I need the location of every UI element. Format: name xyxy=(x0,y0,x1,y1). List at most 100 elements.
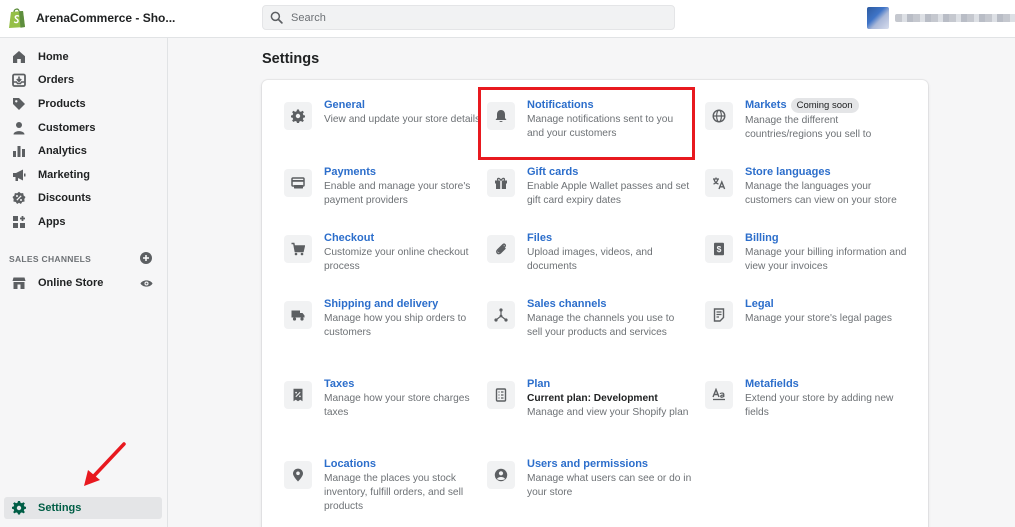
location-pin-icon xyxy=(293,468,303,482)
search-bar[interactable] xyxy=(262,5,675,30)
search-icon xyxy=(270,11,283,24)
setting-icon-tile xyxy=(284,461,312,489)
setting-icon-tile xyxy=(284,169,312,197)
apps-icon xyxy=(13,216,25,228)
setting-description: Manage your store's legal pages xyxy=(745,313,892,324)
setting-description: Manage what users can see or do in your … xyxy=(527,473,692,498)
setting-title: Markets xyxy=(745,99,787,111)
setting-title-row: Markets Coming soon xyxy=(745,98,910,113)
setting-description: Manage the places you stock inventory, f… xyxy=(324,473,464,512)
settings-card: General View and update your store detai… xyxy=(262,80,928,527)
sidebar-item-marketing[interactable]: Marketing xyxy=(4,164,162,186)
setting-icon-tile xyxy=(284,235,312,263)
setting-title: General xyxy=(324,99,365,111)
setting-title: Sales channels xyxy=(527,298,607,310)
setting-title: Gift cards xyxy=(527,166,579,178)
plan-document-icon xyxy=(495,388,507,402)
store-name: ArenaCommerce - Sho... xyxy=(36,11,176,25)
sidebar-item-customers[interactable]: Customers xyxy=(4,117,162,139)
avatar-icon xyxy=(867,7,889,29)
text-format-icon xyxy=(712,388,725,401)
setting-description: View and update your store details xyxy=(324,114,481,125)
setting-description: Customize your online checkout process xyxy=(324,247,469,272)
page-title: Settings xyxy=(262,51,320,67)
home-icon xyxy=(13,51,25,63)
account-name-redacted xyxy=(895,14,1015,22)
setting-description: Extend your store by adding new fields xyxy=(745,393,894,418)
discount-icon xyxy=(12,191,26,204)
payments-icon xyxy=(291,177,305,189)
setting-icon-tile xyxy=(705,301,733,329)
setting-description: Upload images, videos, and documents xyxy=(527,247,653,272)
setting-title: Checkout xyxy=(324,232,375,244)
globe-icon xyxy=(712,109,726,123)
gift-icon xyxy=(495,177,507,189)
setting-icon-tile xyxy=(705,102,733,130)
setting-description: Enable Apple Wallet passes and set gift … xyxy=(527,181,690,206)
translate-icon xyxy=(713,177,726,190)
sidebar-item-label: Home xyxy=(38,51,69,63)
add-channel-icon[interactable] xyxy=(140,252,152,264)
setting-title: Store languages xyxy=(745,166,831,178)
setting-icon-tile xyxy=(705,169,733,197)
sidebar-item-orders[interactable]: Orders xyxy=(4,69,162,91)
sidebar-item-home[interactable]: Home xyxy=(4,46,162,68)
billing-icon: $ xyxy=(714,242,724,256)
tax-receipt-icon xyxy=(293,388,303,402)
sidebar-item-label: Online Store xyxy=(38,277,104,289)
channels-icon xyxy=(494,308,508,322)
svg-text:$: $ xyxy=(717,244,722,254)
sidebar-item-label: Settings xyxy=(38,502,82,514)
top-bar: ArenaCommerce - Sho... xyxy=(0,0,1015,38)
setting-title: Billing xyxy=(745,232,779,244)
setting-description: Manage and view your Shopify plan xyxy=(527,407,689,418)
sidebar-item-products[interactable]: Products xyxy=(4,93,162,115)
bar-chart-icon xyxy=(13,146,25,157)
setting-icon-tile xyxy=(487,301,515,329)
setting-icon-tile xyxy=(487,102,515,130)
setting-title: Shipping and delivery xyxy=(324,298,439,310)
orders-icon xyxy=(12,73,26,87)
setting-description: Manage the languages your customers can … xyxy=(745,181,897,206)
setting-icon-tile xyxy=(487,381,515,409)
search-input[interactable] xyxy=(291,11,651,24)
bell-icon xyxy=(495,110,507,122)
setting-icon-tile xyxy=(487,169,515,197)
setting-title: Notifications xyxy=(527,99,594,111)
sidebar: Home Orders Products Customers Analytics… xyxy=(0,38,168,527)
setting-description: Manage notifications sent to you and you… xyxy=(527,114,674,139)
setting-title: Users and permissions xyxy=(527,458,649,470)
sidebar-item-online-store[interactable]: Online Store xyxy=(4,272,162,294)
setting-title: Payments xyxy=(324,166,376,178)
setting-description: Manage your billing information and view… xyxy=(745,247,907,272)
store-switcher[interactable]: ArenaCommerce - Sho... xyxy=(8,7,175,29)
cart-icon xyxy=(291,242,305,256)
setting-title: Legal xyxy=(745,298,774,310)
setting-description: Manage the channels you use to sell your… xyxy=(527,313,675,338)
setting-description: Manage how your store charges taxes xyxy=(324,393,470,418)
setting-icon-tile xyxy=(487,461,515,489)
sidebar-item-label: Customers xyxy=(38,122,96,134)
paperclip-icon xyxy=(496,243,507,255)
setting-title: Plan xyxy=(527,378,551,390)
sidebar-item-analytics[interactable]: Analytics xyxy=(4,140,162,162)
sidebar-item-label: Apps xyxy=(38,216,66,228)
setting-icon-tile: $ xyxy=(705,235,733,263)
sidebar-item-label: Discounts xyxy=(38,192,92,204)
sidebar-item-apps[interactable]: Apps xyxy=(4,211,162,233)
current-plan: Current plan: Development xyxy=(527,393,658,404)
shopify-bag-icon xyxy=(9,8,25,28)
sidebar-item-label: Products xyxy=(38,98,86,110)
person-icon xyxy=(13,122,25,135)
account-menu[interactable] xyxy=(867,7,1015,29)
sidebar-item-discounts[interactable]: Discounts xyxy=(4,187,162,209)
annotation-arrow-icon xyxy=(84,442,126,486)
truck-icon xyxy=(291,310,305,321)
setting-title: Taxes xyxy=(324,378,355,390)
eye-icon[interactable] xyxy=(140,277,153,290)
setting-description: Enable and manage your store's payment p… xyxy=(324,181,471,206)
sidebar-item-label: Orders xyxy=(38,74,75,86)
gear-icon xyxy=(12,501,26,515)
sidebar-item-settings[interactable]: Settings xyxy=(4,497,162,519)
sales-channels-heading: SALES CHANNELS xyxy=(9,254,92,264)
